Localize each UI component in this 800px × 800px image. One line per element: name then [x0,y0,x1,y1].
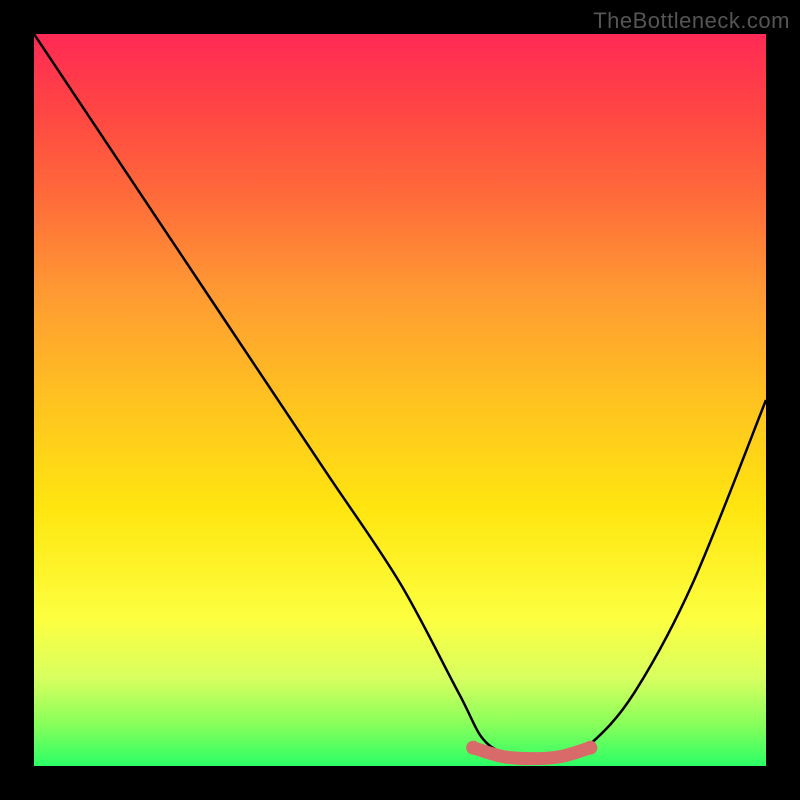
chart-svg [34,34,766,766]
bottleneck-curve-path [34,34,766,761]
watermark-text: TheBottleneck.com [593,8,790,34]
highlight-dot-left [466,741,480,755]
highlight-band-path [473,748,590,759]
highlight-dot-right [583,741,597,755]
